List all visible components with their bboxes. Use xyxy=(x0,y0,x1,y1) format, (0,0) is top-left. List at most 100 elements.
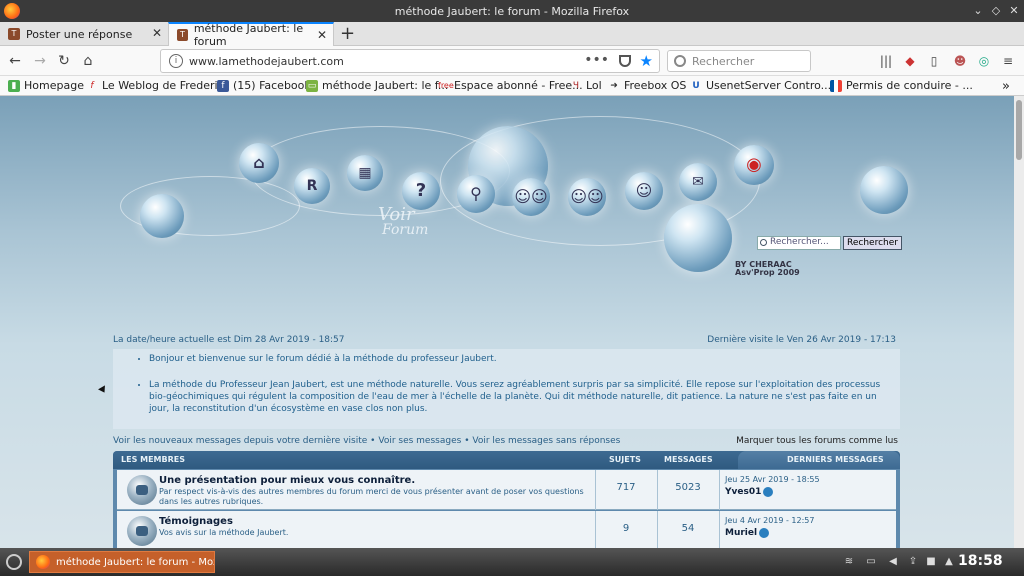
sidebar-icon[interactable]: ▯ xyxy=(926,53,942,69)
last-post-author[interactable]: Yves01 xyxy=(725,487,761,497)
french-flag-icon xyxy=(830,79,842,92)
decorative-orb xyxy=(860,166,908,214)
category-header: LES MEMBRES xyxy=(121,455,185,464)
logout-orb-icon[interactable]: ◉ xyxy=(734,145,774,185)
messages-orb-icon[interactable]: ✉ xyxy=(679,163,717,201)
ublock-icon[interactable]: ◆ xyxy=(902,53,918,69)
clock[interactable]: 18:58 xyxy=(958,553,1003,569)
taskbar-firefox-window[interactable]: méthode Jaubert: le forum - Mozil... xyxy=(29,551,215,573)
forum-title[interactable]: Témoignages xyxy=(159,516,233,527)
reload-icon[interactable]: ↻ xyxy=(54,51,74,71)
separator: • xyxy=(370,436,376,446)
messages-cell: 5023 xyxy=(657,470,719,510)
own-messages-link[interactable]: Voir ses messages xyxy=(378,436,461,446)
lock-icon[interactable]: ■ xyxy=(924,555,938,569)
close-tab-icon[interactable]: ✕ xyxy=(317,28,327,42)
unanswered-link[interactable]: Voir les messages sans réponses xyxy=(472,436,620,446)
url-text[interactable]: www.lamethodejaubert.com xyxy=(189,55,344,68)
forum-row[interactable]: Une présentation pour mieux vous connaît… xyxy=(117,470,896,510)
topics-cell: 717 xyxy=(595,470,657,510)
forward-icon[interactable]: → xyxy=(30,51,50,71)
bookmark-usenet[interactable]: U UsenetServer Contro... xyxy=(690,79,831,92)
forum-logo-text: Forum xyxy=(382,222,429,238)
bookmark-facebook[interactable]: f (15) Facebook xyxy=(217,79,311,92)
pocket-icon[interactable] xyxy=(619,55,631,67)
tray-expand-icon[interactable]: ▲ xyxy=(942,555,956,569)
site-info-icon[interactable]: i xyxy=(169,54,183,68)
groups-orb-icon[interactable]: ☺☺ xyxy=(568,178,606,216)
extension-icon[interactable]: ☻ xyxy=(952,53,968,69)
scrollbar-thumb[interactable] xyxy=(1016,100,1022,160)
home-icon[interactable]: ⌂ xyxy=(78,51,98,71)
firefox-logo-icon xyxy=(4,3,20,19)
bookmark-lol[interactable]: Ч Lol xyxy=(570,79,602,92)
back-icon[interactable]: ← xyxy=(5,51,25,71)
bookmark-star-icon[interactable]: ★ xyxy=(640,52,653,70)
bookmark-methode-jaubert[interactable]: ▭ méthode Jaubert: le f... xyxy=(306,79,448,92)
bookmark-label: UsenetServer Contro... xyxy=(706,79,832,92)
wifi-icon[interactable]: ≋ xyxy=(842,555,856,569)
members-orb-icon[interactable]: ☺☺ xyxy=(512,178,550,216)
search-orb-icon[interactable]: ⚲ xyxy=(457,175,495,213)
topics-cell: 9 xyxy=(595,511,657,548)
browser-search-input[interactable]: Rechercher xyxy=(667,50,811,72)
last-post-date: Jeu 4 Avr 2019 - 12:57 xyxy=(725,516,815,525)
messages-count: 5023 xyxy=(675,482,701,493)
forum-description: Vos avis sur la méthode Jaubert. xyxy=(159,528,289,537)
bookmark-freebox[interactable]: ➜ Freebox OS xyxy=(608,79,686,92)
separator: • xyxy=(464,436,470,446)
bookmarks-overflow-icon[interactable]: » xyxy=(1002,79,1010,94)
page-scrollbar[interactable] xyxy=(1014,96,1024,548)
close-window-icon[interactable]: ✕ xyxy=(1006,3,1022,19)
menu-icon[interactable]: ≡ xyxy=(1000,53,1016,69)
bookmark-label: Le Weblog de Frederi... xyxy=(102,79,229,92)
forum-search-input[interactable]: Rechercher... xyxy=(757,236,841,250)
last-post: Jeu 25 Avr 2019 - 18:55 Yves01 xyxy=(725,474,820,498)
bookmark-permis[interactable]: Permis de conduire - ... xyxy=(830,79,973,92)
library-icon[interactable]: ||| xyxy=(878,53,894,69)
maximize-icon[interactable]: ◇ xyxy=(988,3,1004,19)
profile-orb-icon[interactable]: ☺ xyxy=(625,172,663,210)
bookmark-label: Lol xyxy=(586,79,602,92)
bookmark-weblog[interactable]: f Le Weblog de Frederi... xyxy=(86,79,228,92)
mark-all-read-link[interactable]: Marquer tous les forums comme lus xyxy=(736,436,898,446)
navigation-bar: ← → ↻ ⌂ i www.lamethodejaubert.com ••• ★… xyxy=(0,46,1024,76)
forum-title[interactable]: Une présentation pour mieux vous connaît… xyxy=(159,475,415,486)
tab-label: Poster une réponse xyxy=(26,27,133,41)
register-orb-icon[interactable]: R xyxy=(294,168,330,204)
sync-icon[interactable]: ◎ xyxy=(976,53,992,69)
battery-icon[interactable]: ▭ xyxy=(864,555,878,569)
tab-poster-reponse[interactable]: T Poster une réponse ✕ xyxy=(0,22,168,46)
tab-label: méthode Jaubert: le forum xyxy=(193,22,304,48)
go-to-post-icon[interactable] xyxy=(763,486,774,497)
update-icon[interactable]: ⇪ xyxy=(906,555,920,569)
lol-icon: Ч xyxy=(572,80,580,91)
forum-favicon-icon: T xyxy=(8,28,20,40)
forum-search-button[interactable]: Rechercher xyxy=(843,236,902,250)
forum-favicon-icon: T xyxy=(177,29,188,41)
page-actions-icon[interactable]: ••• xyxy=(584,52,609,68)
calendar-orb-icon[interactable]: ▦ xyxy=(347,155,383,191)
mouse-cursor-icon xyxy=(98,385,108,395)
minimize-icon[interactable]: ⌄ xyxy=(970,3,986,19)
messages-cell: 54 xyxy=(657,511,719,548)
welcome-line: Bonjour et bienvenue sur le forum dédié … xyxy=(149,353,890,365)
new-tab-icon[interactable]: + xyxy=(340,23,355,44)
bookmark-espace-abonne[interactable]: free Espace abonné - Free... xyxy=(438,79,583,92)
tab-strip: T Poster une réponse ✕ T méthode Jaubert… xyxy=(0,22,1024,48)
home-orb-icon[interactable]: ⌂ xyxy=(239,143,279,183)
start-menu-icon[interactable] xyxy=(6,554,22,570)
new-messages-link[interactable]: Voir les nouveaux messages depuis votre … xyxy=(113,436,367,446)
close-tab-icon[interactable]: ✕ xyxy=(152,26,162,40)
forum-row[interactable]: Témoignages Vos avis sur la méthode Jaub… xyxy=(117,511,896,548)
taskbar: méthode Jaubert: le forum - Mozil... ≋ ▭… xyxy=(0,548,1024,576)
go-to-post-icon[interactable] xyxy=(759,527,770,538)
volume-icon[interactable]: ◀ xyxy=(886,555,900,569)
last-post-author[interactable]: Muriel xyxy=(725,528,757,538)
url-bar[interactable]: i www.lamethodejaubert.com ••• ★ xyxy=(160,49,660,73)
facebook-icon: f xyxy=(217,79,229,92)
freebox-icon: ➜ xyxy=(610,80,618,91)
tab-forum[interactable]: T méthode Jaubert: le forum ✕ xyxy=(168,22,334,48)
topics-header: SUJETS xyxy=(609,455,641,464)
bookmark-homepage[interactable]: ▮ Homepage xyxy=(8,79,84,92)
